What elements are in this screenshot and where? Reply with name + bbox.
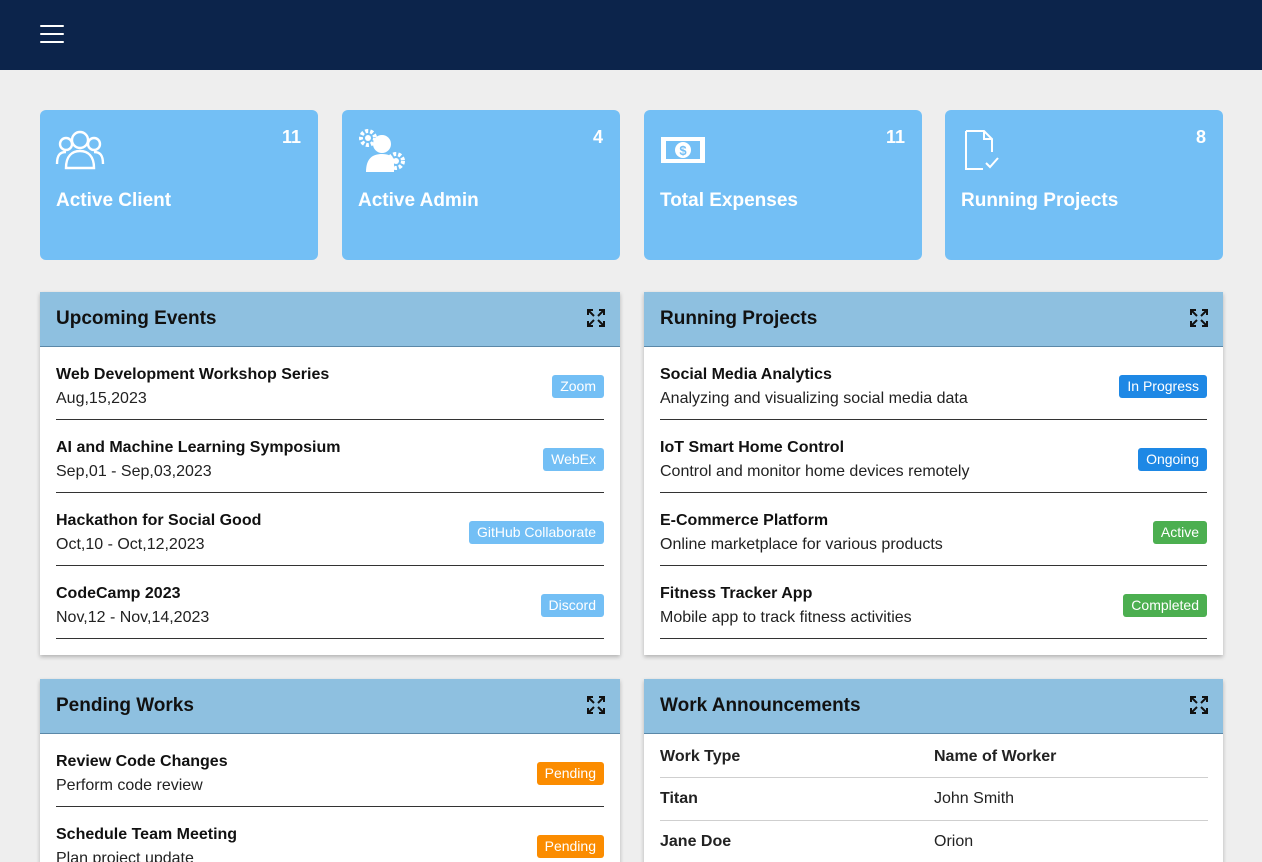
stat-count: 11: [885, 127, 905, 147]
event-title: Web Development Workshop Series: [56, 366, 330, 383]
status-badge: In Progress: [1119, 375, 1207, 398]
table-row[interactable]: Titan John Smith: [660, 777, 1208, 821]
cell-work-type: Jane Doe: [660, 820, 934, 862]
list-item[interactable]: Review Code Changes Perform code review …: [56, 734, 604, 807]
list-item[interactable]: CodeCamp 2023 Nov,12 - Nov,14,2023 Disco…: [56, 566, 604, 639]
stat-label: Total Expenses: [660, 190, 798, 211]
stat-count: 4: [592, 127, 603, 147]
list-item[interactable]: Hackathon for Social Good Oct,10 - Oct,1…: [56, 493, 604, 566]
work-announcements-panel: Work Announcements Work Type Name of Wor…: [644, 679, 1223, 862]
project-title: Social Media Analytics: [660, 366, 832, 383]
event-platform-badge: GitHub Collaborate: [468, 521, 604, 544]
project-title: E-Commerce Platform: [660, 512, 829, 529]
table-header-row: Work Type Name of Worker: [660, 734, 1208, 778]
list-item[interactable]: IoT Smart Home Control Control and monit…: [660, 420, 1207, 493]
cell-work-type: Titan: [660, 777, 934, 821]
event-date: Aug,15,2023: [56, 390, 147, 407]
stat-count: 11: [281, 127, 301, 147]
expand-icon[interactable]: [1190, 696, 1208, 714]
event-title: CodeCamp 2023: [56, 585, 181, 602]
project-title: Fitness Tracker App: [660, 585, 813, 602]
money-icon: $: [661, 137, 705, 163]
column-header-worker-name: Name of Worker: [934, 734, 1208, 778]
expand-icon[interactable]: [587, 696, 605, 714]
expand-icon[interactable]: [587, 309, 605, 327]
event-title: Hackathon for Social Good: [56, 512, 262, 529]
project-description: Control and monitor home devices remotel…: [660, 463, 970, 480]
work-title: Review Code Changes: [56, 753, 228, 770]
hamburger-menu-icon[interactable]: [38, 22, 66, 46]
panel-header: Work Announcements: [644, 679, 1223, 734]
pending-works-panel: Pending Works Review Code Changes Perfor…: [40, 679, 620, 862]
project-description: Mobile app to track fitness activities: [660, 609, 912, 626]
running-projects-panel: Running Projects Social Media Analytics …: [644, 292, 1223, 655]
list-item[interactable]: Schedule Team Meeting Plan project updat…: [56, 807, 604, 862]
cell-worker-name: Orion: [934, 820, 1208, 862]
status-badge: Pending: [536, 835, 604, 858]
column-header-work-type: Work Type: [660, 734, 934, 778]
project-description: Analyzing and visualizing social media d…: [660, 390, 968, 407]
panel-header: Pending Works: [40, 679, 620, 734]
work-description: Perform code review: [56, 777, 203, 794]
work-description: Plan project update: [56, 850, 194, 862]
list-item[interactable]: Web Development Workshop Series Aug,15,2…: [56, 347, 604, 420]
status-badge: Pending: [536, 762, 604, 785]
stat-card-running-projects[interactable]: 8 Running Projects: [945, 110, 1223, 260]
project-description: Online marketplace for various products: [660, 536, 943, 553]
expand-icon[interactable]: [1190, 309, 1208, 327]
cell-worker-name: John Smith: [934, 777, 1208, 821]
panel-title: Pending Works: [56, 695, 194, 716]
work-title: Schedule Team Meeting: [56, 826, 238, 843]
upcoming-events-panel: Upcoming Events Web Development Workshop…: [40, 292, 620, 655]
panel-title: Running Projects: [660, 308, 818, 329]
users-icon: [55, 130, 105, 170]
event-date: Oct,10 - Oct,12,2023: [56, 536, 205, 553]
svg-text:$: $: [679, 143, 687, 158]
status-badge: Active: [1152, 521, 1207, 544]
top-navbar: [0, 0, 1262, 70]
stat-card-total-expenses[interactable]: $ 11 Total Expenses: [644, 110, 922, 260]
panel-title: Upcoming Events: [56, 308, 217, 329]
event-date: Sep,01 - Sep,03,2023: [56, 463, 212, 480]
event-platform-badge: Discord: [540, 594, 604, 617]
table-row[interactable]: Jane Doe Orion: [660, 820, 1208, 862]
event-platform-badge: Zoom: [552, 375, 604, 398]
announcements-table: Work Type Name of Worker Titan John Smit…: [660, 734, 1208, 862]
stat-count: 8: [1195, 127, 1206, 147]
document-check-icon: [965, 130, 999, 170]
stat-card-active-client[interactable]: 11 Active Client: [40, 110, 318, 260]
panel-header: Running Projects: [644, 292, 1223, 347]
stat-label: Active Client: [56, 190, 172, 211]
panel-title: Work Announcements: [660, 695, 861, 716]
list-item[interactable]: Social Media Analytics Analyzing and vis…: [660, 347, 1207, 420]
panel-header: Upcoming Events: [40, 292, 620, 347]
event-platform-badge: WebEx: [543, 448, 604, 471]
stat-label: Active Admin: [358, 190, 479, 211]
list-item[interactable]: Fitness Tracker App Mobile app to track …: [660, 566, 1207, 639]
status-badge: Completed: [1123, 594, 1207, 617]
stat-card-active-admin[interactable]: 4 Active Admin: [342, 110, 620, 260]
admin-gear-icon: [359, 129, 405, 172]
event-date: Nov,12 - Nov,14,2023: [56, 609, 210, 626]
event-title: AI and Machine Learning Symposium: [56, 439, 341, 456]
list-item[interactable]: AI and Machine Learning Symposium Sep,01…: [56, 420, 604, 493]
list-item[interactable]: E-Commerce Platform Online marketplace f…: [660, 493, 1207, 566]
project-title: IoT Smart Home Control: [660, 439, 845, 456]
status-badge: Ongoing: [1138, 448, 1207, 471]
stat-label: Running Projects: [961, 190, 1119, 211]
